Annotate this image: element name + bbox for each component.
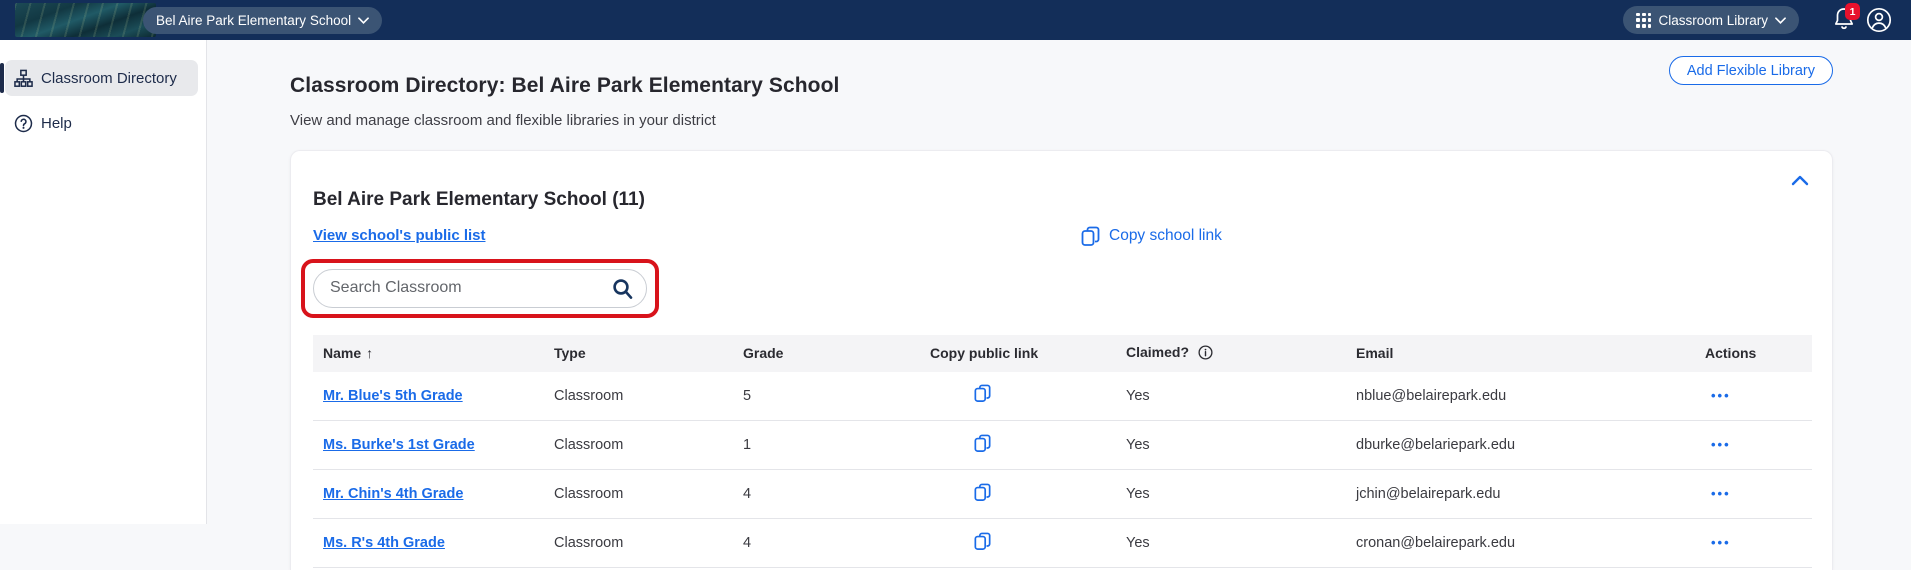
classroom-grade-cell: 4	[733, 469, 920, 520]
classroom-name-link[interactable]: Ms. Burke's 1st Grade	[323, 437, 475, 453]
classroom-name-link[interactable]: Mr. Chin's 4th Grade	[323, 486, 463, 502]
account-avatar-icon	[1866, 7, 1892, 33]
sitemap-icon	[14, 69, 33, 88]
classroom-table: Name ↑ Type Grade Copy public link Claime…	[313, 334, 1812, 569]
active-item-accent-bar	[0, 63, 4, 93]
column-header-claimed: Claimed?	[1116, 334, 1346, 372]
card-links-row: View school's public list Copy school li…	[313, 226, 1810, 247]
classroom-type-cell: Classroom	[544, 420, 733, 471]
email-cell: nblue@belairepark.edu	[1346, 371, 1695, 422]
classroom-grade-cell: 5	[733, 371, 920, 422]
page-title: Classroom Directory: Bel Aire Park Eleme…	[290, 74, 840, 98]
left-sidebar: Classroom Directory Help	[0, 40, 207, 524]
search-classroom-input[interactable]	[314, 269, 646, 307]
school-card-title: Bel Aire Park Elementary School (11)	[313, 188, 645, 210]
copy-icon	[1081, 226, 1100, 246]
collapse-card-button[interactable]	[1790, 173, 1810, 189]
info-icon[interactable]	[1198, 345, 1213, 363]
classroom-grade-cell: 4	[733, 518, 920, 569]
copy-school-link[interactable]: Copy school link	[1081, 226, 1222, 247]
chevron-down-icon	[1775, 16, 1786, 24]
column-header-name[interactable]: Name ↑	[313, 334, 544, 372]
chevron-up-icon	[1791, 175, 1809, 185]
row-actions-menu-button[interactable]: •••	[1705, 437, 1731, 452]
table-header-row: Name ↑ Type Grade Copy public link Claime…	[313, 334, 1812, 372]
school-selector-label: Bel Aire Park Elementary School	[156, 13, 352, 28]
sidebar-item-label: Classroom Directory	[41, 69, 177, 87]
classroom-type-cell: Classroom	[544, 469, 733, 520]
column-header-type: Type	[544, 334, 733, 372]
copy-public-link-button[interactable]	[974, 434, 991, 453]
claimed-cell: Yes	[1116, 469, 1346, 520]
claimed-cell: Yes	[1116, 518, 1346, 569]
sidebar-item-help[interactable]: Help	[5, 105, 198, 141]
top-nav-bar: Bel Aire Park Elementary School Classroo…	[0, 0, 1911, 40]
row-actions-menu-button[interactable]: •••	[1705, 535, 1731, 550]
sidebar-item-classroom-directory[interactable]: Classroom Directory	[0, 60, 198, 96]
copy-icon	[974, 434, 991, 452]
classroom-type-cell: Classroom	[544, 518, 733, 569]
page-subtitle: View and manage classroom and flexible l…	[290, 112, 716, 130]
email-cell: cronan@belairepark.edu	[1346, 518, 1695, 569]
sidebar-item-label: Help	[41, 114, 72, 132]
copy-school-link-label: Copy school link	[1109, 227, 1222, 245]
main-content: Classroom Directory: Bel Aire Park Eleme…	[207, 40, 1911, 570]
add-flexible-library-button[interactable]: Add Flexible Library	[1668, 56, 1833, 85]
school-card: Bel Aire Park Elementary School (11) Vie…	[290, 150, 1833, 570]
notifications-button[interactable]: 1	[1833, 3, 1860, 34]
row-actions-menu-button[interactable]: •••	[1705, 486, 1731, 501]
chevron-down-icon	[358, 17, 370, 24]
school-selector-dropdown[interactable]: Bel Aire Park Elementary School	[143, 7, 383, 34]
classroom-name-link[interactable]: Ms. R's 4th Grade	[323, 535, 445, 551]
table-row: Mr. Blue's 5th Grade Classroom 5 Yes nbl…	[313, 371, 1812, 422]
email-cell: jchin@belairepark.edu	[1346, 469, 1695, 520]
app-switcher-label: Classroom Library	[1658, 12, 1768, 28]
email-cell: dburke@belariepark.edu	[1346, 420, 1695, 471]
view-public-list-link[interactable]: View school's public list	[313, 227, 486, 244]
copy-icon	[974, 532, 991, 550]
table-row: Mr. Chin's 4th Grade Classroom 4 Yes jch…	[313, 469, 1812, 520]
table-row: Ms. R's 4th Grade Classroom 4 Yes cronan…	[313, 518, 1812, 569]
column-header-actions: Actions	[1695, 334, 1812, 372]
sort-ascending-icon: ↑	[366, 345, 374, 362]
copy-public-link-button[interactable]	[974, 532, 991, 551]
copy-public-link-button[interactable]	[974, 483, 991, 502]
row-actions-menu-button[interactable]: •••	[1705, 388, 1731, 403]
school-banner-image	[15, 3, 156, 37]
search-icon[interactable]	[612, 278, 633, 305]
copy-icon	[974, 385, 991, 403]
table-row: Ms. Burke's 1st Grade Classroom 1 Yes db…	[313, 420, 1812, 471]
copy-public-link-button[interactable]	[974, 384, 991, 403]
account-menu-button[interactable]	[1866, 7, 1892, 38]
classroom-search-box	[313, 268, 647, 308]
claimed-cell: Yes	[1116, 371, 1346, 422]
column-header-email: Email	[1346, 334, 1695, 372]
classroom-name-link[interactable]: Mr. Blue's 5th Grade	[323, 388, 463, 404]
help-icon	[14, 114, 33, 133]
apps-grid-icon	[1636, 12, 1652, 28]
copy-icon	[974, 483, 991, 501]
annotation-highlight-box	[301, 258, 659, 318]
app-switcher-dropdown[interactable]: Classroom Library	[1623, 6, 1799, 34]
classroom-type-cell: Classroom	[544, 371, 733, 422]
column-header-copy-public-link: Copy public link	[920, 334, 1116, 372]
classroom-grade-cell: 1	[733, 420, 920, 471]
claimed-cell: Yes	[1116, 420, 1346, 471]
notification-badge: 1	[1845, 3, 1860, 20]
column-header-grade: Grade	[733, 334, 920, 372]
